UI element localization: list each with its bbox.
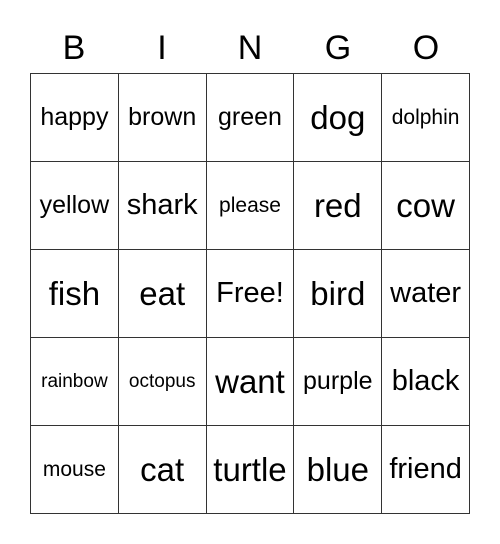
bingo-cell[interactable]: water [382,250,470,338]
header-letter-g: G [324,29,352,67]
header-letter-i: I [157,29,167,67]
bingo-header: B I N G O [30,26,470,70]
free-space-cell[interactable]: Free! [206,250,295,338]
bingo-cell[interactable]: dog [294,74,383,162]
bingo-cell[interactable]: dolphin [382,74,470,162]
bingo-cell[interactable]: red [294,162,383,250]
bingo-cell[interactable]: please [206,162,295,250]
bingo-cell[interactable]: green [206,74,295,162]
header-letter-o: O [412,29,440,67]
bingo-cell[interactable]: cat [118,426,207,514]
bingo-cell[interactable]: fish [31,250,119,338]
bingo-cell[interactable]: yellow [31,162,119,250]
bingo-cell[interactable]: happy [31,74,119,162]
bingo-cell[interactable]: black [382,338,470,426]
bingo-cell[interactable]: cow [382,162,470,250]
bingo-cell[interactable]: want [206,338,295,426]
bingo-cell[interactable]: mouse [31,426,119,514]
bingo-cell[interactable]: eat [118,250,207,338]
bingo-cell[interactable]: friend [382,426,470,514]
bingo-grid: happy brown green dog dolphin yellow sha… [30,73,470,514]
bingo-cell[interactable]: rainbow [31,338,119,426]
bingo-cell[interactable]: brown [118,74,207,162]
header-letter-n: N [237,29,263,67]
bingo-cell[interactable]: turtle [206,426,295,514]
bingo-cell[interactable]: purple [294,338,383,426]
header-letter-b: B [62,29,86,67]
bingo-cell[interactable]: bird [294,250,383,338]
bingo-cell[interactable]: shark [118,162,207,250]
bingo-cell[interactable]: octopus [118,338,207,426]
bingo-cell[interactable]: blue [294,426,383,514]
